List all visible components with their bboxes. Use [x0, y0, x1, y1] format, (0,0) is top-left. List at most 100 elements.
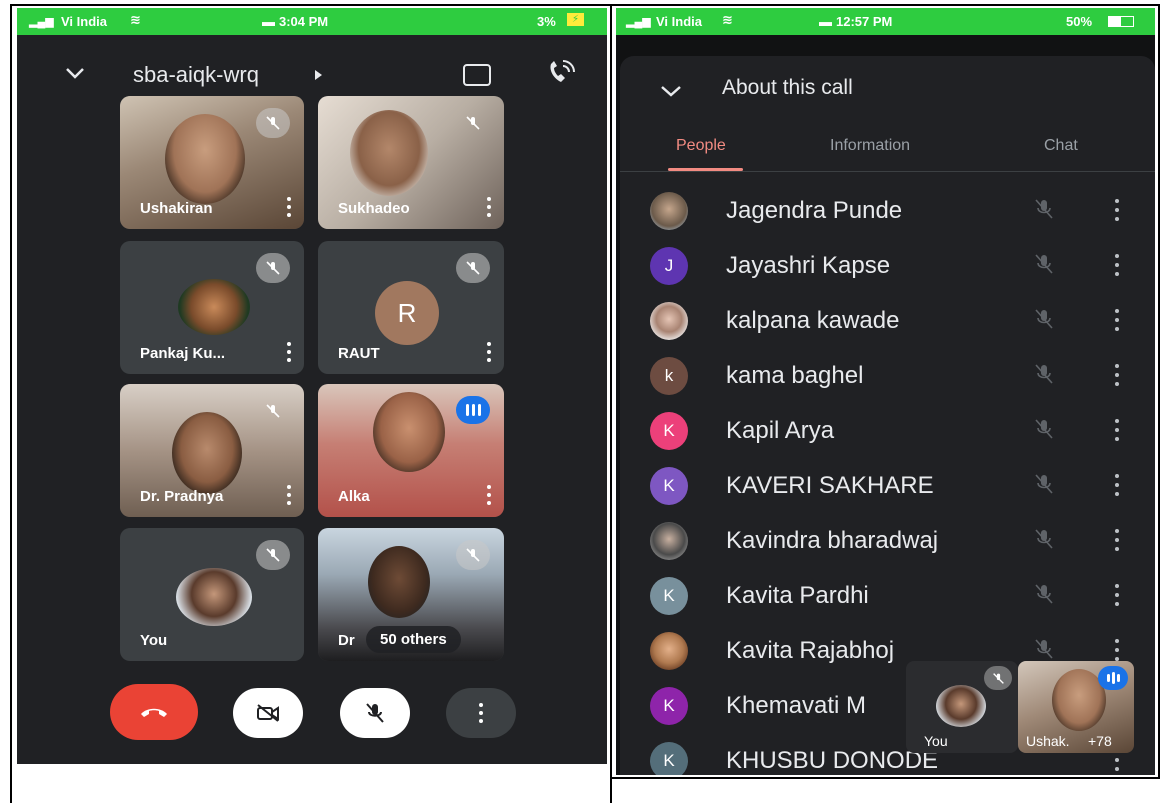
tab-information[interactable]: Information [830, 137, 910, 155]
participant-tile-6[interactable]: Alka [318, 384, 504, 517]
speaking-indicator-icon [456, 396, 490, 424]
list-item[interactable]: K Kavita Pardhi [620, 568, 1155, 623]
more-options-icon[interactable] [486, 197, 492, 217]
more-options-icon[interactable] [1114, 254, 1120, 276]
more-options-icon[interactable] [1114, 199, 1120, 221]
person-letter-avatar: J [650, 247, 688, 285]
more-options-icon[interactable] [486, 342, 492, 362]
person-name: Kavita Rajabhoj [726, 637, 895, 664]
mic-toggle-button[interactable] [340, 688, 410, 738]
more-options-icon[interactable] [1114, 584, 1120, 606]
more-options-button[interactable] [446, 688, 516, 738]
person-name: KAVERI SAKHARE [726, 472, 934, 499]
participant-tile-others[interactable]: Dr 50 others [318, 528, 504, 661]
switch-camera-icon[interactable] [463, 64, 491, 86]
person-name: kalpana kawade [726, 307, 900, 334]
participant-tile-4[interactable]: R RAUT [318, 241, 504, 374]
person-letter-avatar: K [650, 412, 688, 450]
self-avatar [936, 685, 986, 727]
pip-more-count: +78 [1088, 733, 1112, 749]
muted-icon [456, 253, 490, 283]
muted-icon [256, 108, 290, 138]
audio-output-icon[interactable] [545, 60, 575, 91]
frame-border-left [10, 4, 12, 803]
person-name: Khemavati M [726, 692, 867, 719]
list-item[interactable]: Jagendra Punde [620, 183, 1155, 238]
camera-toggle-button[interactable] [233, 688, 303, 738]
camera-off-icon [257, 704, 279, 722]
frame-border-bottom [612, 777, 1160, 779]
more-options-icon[interactable] [286, 342, 292, 362]
pip-self-tile[interactable]: You [906, 661, 1018, 753]
end-call-button[interactable] [110, 684, 198, 740]
muted-icon [256, 396, 290, 426]
battery-icon [1108, 16, 1134, 27]
person-name: Jayashri Kapse [726, 252, 891, 279]
meeting-info-arrow-icon[interactable] [315, 70, 322, 80]
battery-percent: 3% [537, 14, 556, 29]
participant-tile-3[interactable]: Pankaj Ku... [120, 241, 304, 374]
status-bar: ▂▄▆ Vi India ≋ ▬ 12:57 PM 50% [616, 8, 1155, 35]
list-item[interactable]: K KAVERI SAKHARE [620, 458, 1155, 513]
person-photo-avatar [650, 302, 688, 340]
battery-icon: ⚡ [567, 13, 585, 26]
more-options-icon[interactable] [286, 485, 292, 505]
pip-others-tile[interactable]: Ushak. +78 [1018, 661, 1134, 753]
more-options-icon[interactable] [1114, 474, 1120, 496]
wifi-icon: ≋ [722, 12, 733, 27]
others-count-chip[interactable]: 50 others [366, 626, 461, 653]
tab-chat[interactable]: Chat [1044, 137, 1078, 155]
list-item[interactable]: K Kapil Arya [620, 403, 1155, 458]
list-item[interactable]: k kama baghel [620, 348, 1155, 403]
list-item[interactable]: Kavindra bharadwaj [620, 513, 1155, 568]
more-options-icon[interactable] [1114, 419, 1120, 441]
participant-name: Pankaj Ku... [140, 345, 226, 362]
more-options-icon[interactable] [1114, 364, 1120, 386]
more-options-icon[interactable] [486, 485, 492, 505]
more-options-icon[interactable] [286, 197, 292, 217]
right-phone-screen: ▂▄▆ Vi India ≋ ▬ 12:57 PM 50% About this… [616, 8, 1155, 775]
muted-icon [1032, 582, 1056, 611]
participant-face [368, 546, 430, 618]
person-letter-avatar: K [650, 467, 688, 505]
participant-tile-1[interactable]: Ushakiran [120, 96, 304, 229]
collapse-chevron-icon[interactable] [660, 84, 682, 102]
frame-border-top [10, 4, 1160, 6]
person-letter-avatar: K [650, 742, 688, 775]
muted-icon [1032, 417, 1056, 446]
person-name: Kavita Pardhi [726, 582, 869, 609]
frame-border-mid [610, 4, 612, 803]
pip-self-label: You [924, 733, 948, 749]
list-item[interactable]: J Jayashri Kapse [620, 238, 1155, 293]
battery-percent: 50% [1066, 14, 1093, 29]
more-options-icon[interactable] [1114, 309, 1120, 331]
list-item[interactable]: kalpana kawade [620, 293, 1155, 348]
muted-icon [1032, 472, 1056, 501]
muted-icon [256, 253, 290, 283]
meeting-code[interactable]: sba-aiqk-wrq [133, 62, 259, 88]
wifi-icon: ≋ [130, 12, 141, 27]
participant-tile-5[interactable]: Dr. Pradnya [120, 384, 304, 517]
muted-icon [256, 540, 290, 570]
person-letter-avatar: K [650, 577, 688, 615]
participant-tile-self[interactable]: You [120, 528, 304, 661]
tab-people[interactable]: People [676, 137, 726, 155]
participant-face [373, 392, 445, 472]
mic-off-icon [366, 703, 384, 723]
participant-face [350, 110, 428, 196]
clock: 12:57 PM [836, 14, 893, 29]
muted-icon [1032, 252, 1056, 281]
participant-tile-2[interactable]: Sukhadeo [318, 96, 504, 229]
person-photo-avatar [650, 192, 688, 230]
screen-record-icon: ▬ [819, 14, 832, 29]
more-options-icon[interactable] [1114, 639, 1120, 661]
participant-avatar [178, 279, 250, 335]
collapse-chevron-icon[interactable] [65, 66, 84, 79]
signal-icon: ▂▄▆ [29, 16, 54, 28]
speaking-indicator-icon [1098, 666, 1128, 690]
muted-icon [456, 540, 490, 570]
more-options-icon[interactable] [1114, 529, 1120, 551]
person-name: KHUSBU DONODE [726, 747, 939, 774]
pip-others-label: Ushak. [1026, 733, 1070, 749]
participant-name: Ushakiran [140, 200, 213, 217]
